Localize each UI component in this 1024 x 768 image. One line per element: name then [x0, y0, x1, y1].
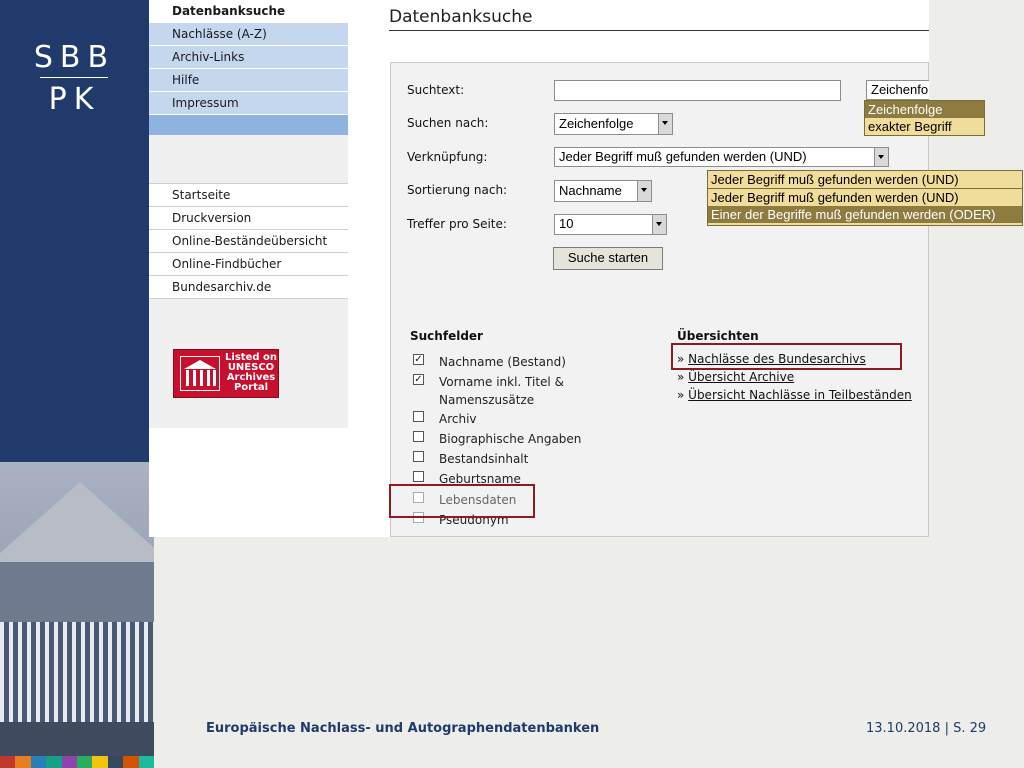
- title-divider: [389, 30, 929, 31]
- chevron-down-icon: [652, 215, 666, 234]
- verknuepfung-select[interactable]: Jeder Begriff muß gefunden werden (UND): [554, 147, 889, 167]
- checkbox[interactable]: [413, 451, 424, 462]
- chevron-down-icon: [874, 148, 888, 166]
- dropdown-option-exakter-begriff[interactable]: exakter Begriff: [865, 118, 984, 135]
- search-form: Suchtext: Zeichenfolge Suchen nach: Zeic…: [390, 62, 929, 537]
- checkbox-checked[interactable]: ✓: [413, 354, 424, 365]
- nav-item-nachlaesse[interactable]: Nachlässe (A-Z): [149, 23, 348, 46]
- suchtext-mode-dropdown: Zeichenfolge exakter Begriff: [864, 100, 985, 136]
- chevron-down-icon: [637, 181, 651, 201]
- suchtext-label: Suchtext:: [407, 83, 465, 97]
- nav-spacer: [149, 115, 348, 135]
- nav-item-archiv-links[interactable]: Archiv-Links: [149, 46, 348, 69]
- building-photo: [0, 462, 154, 768]
- link-uebersicht-teilbestaende[interactable]: Übersicht Nachlässe in Teilbeständen: [688, 388, 912, 402]
- nav-item-online-findbuecher[interactable]: Online-Findbücher: [149, 252, 348, 275]
- nav-item-hilfe[interactable]: Hilfe: [149, 69, 348, 92]
- footer-page: S. 29: [953, 721, 987, 736]
- footer-meta: 13.10.2018 | S. 29: [866, 721, 987, 736]
- brand-sidebar: SBB PK: [0, 0, 149, 462]
- suchtext-input[interactable]: [554, 80, 841, 101]
- nav-item-datenbanksuche[interactable]: Datenbanksuche: [149, 0, 348, 23]
- checkbox[interactable]: [413, 471, 424, 482]
- dropdown-current-value: Jeder Begriff muß gefunden werden (UND): [708, 171, 1022, 189]
- verknuepfung-dropdown: Jeder Begriff muß gefunden werden (UND) …: [707, 170, 1023, 226]
- dropdown-option-oder[interactable]: Einer der Begriffe muß gefunden werden (…: [708, 206, 1022, 223]
- checkbox-checked[interactable]: ✓: [413, 374, 424, 385]
- verknuepfung-label: Verknüpfung:: [407, 150, 488, 164]
- nav-item-bundesarchiv[interactable]: Bundesarchiv.de: [149, 275, 348, 299]
- dropdown-option-und[interactable]: Jeder Begriff muß gefunden werden (UND): [708, 189, 1022, 206]
- unesco-temple-icon: [180, 356, 220, 391]
- highlight-box-lebensdaten: [389, 484, 535, 518]
- highlight-box-nachlaesse: [671, 343, 902, 370]
- secondary-navigation: Startseite Druckversion Online-Beständeü…: [149, 183, 348, 299]
- suchfeld-label: Nachname (Bestand): [439, 355, 566, 369]
- nav-item-online-bestaende[interactable]: Online-Beständeübersicht: [149, 229, 348, 252]
- nav-item-druckversion[interactable]: Druckversion: [149, 206, 348, 229]
- chevron-down-icon: [658, 114, 672, 134]
- checkbox[interactable]: [413, 411, 424, 422]
- unesco-badge[interactable]: Listed on UNESCO Archives Portal: [173, 349, 279, 398]
- footer-date: 13.10.2018: [866, 721, 941, 736]
- dropdown-option-zeichenfolge[interactable]: Zeichenfolge: [865, 101, 984, 118]
- link-uebersicht-archive[interactable]: Übersicht Archive: [688, 370, 794, 384]
- suchfeld-label: Vorname inkl. Titel &: [439, 375, 564, 389]
- suchtext-mode-select[interactable]: Zeichenfolge: [866, 80, 929, 100]
- logo-divider: [40, 77, 108, 78]
- nav-item-startseite[interactable]: Startseite: [149, 183, 348, 206]
- treffer-select[interactable]: 10: [554, 214, 667, 235]
- suchfeld-label: Archiv: [439, 412, 477, 426]
- browser-content: Datenbanksuche Nachlässe (A-Z) Archiv-Li…: [149, 0, 929, 537]
- suchfeld-label: Biographische Angaben: [439, 432, 582, 446]
- page-title: Datenbanksuche: [389, 7, 533, 27]
- uebersichten-heading: Übersichten: [677, 329, 759, 343]
- suchfeld-label: Bestandsinhalt: [439, 452, 529, 466]
- logo-text-top: SBB: [33, 40, 116, 75]
- unesco-badge-text: Listed on UNESCO Archives Portal: [225, 352, 277, 393]
- sortierung-select[interactable]: Nachname: [554, 180, 652, 202]
- footer-title: Europäische Nachlass- und Autographendat…: [206, 721, 600, 736]
- suchfeld-label: Namenszusätze: [439, 393, 535, 407]
- uebersicht-link-row: » Übersicht Archive: [677, 370, 795, 384]
- nav-item-impressum[interactable]: Impressum: [149, 92, 348, 115]
- sortierung-label: Sortierung nach:: [407, 183, 508, 197]
- suchfelder-heading: Suchfelder: [410, 329, 483, 343]
- checkbox[interactable]: [413, 431, 424, 442]
- search-submit-button[interactable]: Suche starten: [553, 247, 663, 270]
- site-navigation: Datenbanksuche Nachlässe (A-Z) Archiv-Li…: [149, 0, 348, 428]
- color-strip: [0, 756, 154, 768]
- logo-text-bottom: PK: [48, 82, 101, 117]
- suchen-nach-select[interactable]: Zeichenfolge: [554, 113, 673, 135]
- treffer-label: Treffer pro Seite:: [407, 217, 507, 231]
- uebersicht-link-row: » Übersicht Nachlässe in Teilbeständen: [677, 388, 912, 402]
- suchen-nach-label: Suchen nach:: [407, 116, 489, 130]
